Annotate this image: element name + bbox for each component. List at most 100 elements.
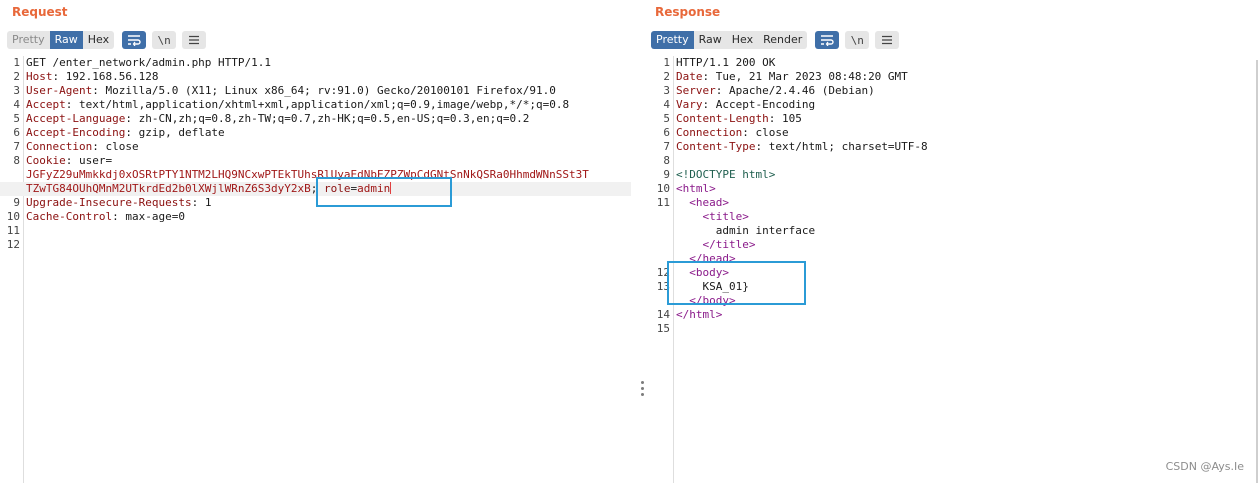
code-token: : Tue, 21 Mar 2023 08:48:20 GMT (702, 70, 908, 83)
line-code: HTTP/1.1 200 OK (676, 56, 775, 70)
request-line: 12 (0, 238, 631, 252)
line-number: 5 (13, 112, 20, 125)
line-code: Date: Tue, 21 Mar 2023 08:48:20 GMT (676, 70, 908, 84)
response-lines: 1 HTTP/1.1 200 OK 2 Date: Tue, 21 Mar 2023 … (650, 56, 1258, 336)
line-code: <title> (676, 210, 749, 224)
code-token: Accept-Language (26, 112, 126, 125)
code-token: JGFyZ29uMmkkdj0xOSRtPTY1NTM2LHQ9NCxwPTEk… (26, 168, 589, 181)
line-code: <html> (676, 182, 716, 196)
line-code: Upgrade-Insecure-Requests: 1 (26, 196, 211, 210)
line-code: </html> (676, 308, 722, 322)
response-tab-pretty[interactable]: Pretty (651, 31, 694, 49)
request-tab-hex[interactable]: Hex (82, 31, 115, 49)
code-token: GET /enter_network/admin.php HTTP/1.1 (26, 56, 272, 69)
line-code: User-Agent: Mozilla/5.0 (X11; Linux x86_… (26, 84, 556, 98)
response-line: 11 <head> (650, 196, 1258, 210)
response-line: 7 Content-Type: text/html; charset=UTF-8 (650, 140, 1258, 154)
line-number: 9 (13, 196, 20, 209)
response-menu-button[interactable] (875, 31, 900, 49)
line-code: </body> (676, 294, 736, 308)
response-line: admin interface (650, 224, 1258, 238)
line-number: 10 (656, 182, 670, 195)
line-number: 15 (656, 322, 670, 335)
line-number: 1 (663, 56, 670, 69)
request-tab-raw[interactable]: Raw (49, 31, 83, 49)
line-number: 8 (13, 154, 20, 167)
request-panel: Request Pretty Raw Hex \n 1 GET /enter_ne… (0, 0, 631, 483)
line-code: JGFyZ29uMmkkdj0xOSRtPTY1NTM2LHQ9NCxwPTEk… (26, 168, 589, 182)
line-number: 9 (663, 168, 670, 181)
line-code: KSA_01} (676, 280, 749, 294)
code-token: HTTP/1.1 200 OK (676, 56, 776, 69)
code-token: Accept-Encoding (26, 126, 126, 139)
request-line: 3 User-Agent: Mozilla/5.0 (X11; Linux x86… (0, 84, 631, 98)
code-token: TZwTG84OUhQMnM2UTkrdEd2b0lXWjlWRnZ6S3dyY… (26, 182, 311, 195)
response-line: 15 (650, 322, 1258, 336)
code-token: : 192.168.56.128 (52, 70, 159, 83)
code-token: role (324, 182, 351, 195)
request-tab-pretty[interactable]: Pretty (7, 31, 50, 49)
code-token: : gzip, deflate (125, 126, 225, 139)
response-line: 5 Content-Length: 105 (650, 112, 1258, 126)
code-token: ; (310, 182, 325, 195)
code-token: : 1 (191, 196, 212, 209)
code-token: Upgrade-Insecure-Requests (26, 196, 192, 209)
code-token: KSA_01} (676, 280, 749, 293)
response-toolbar: Pretty Raw Hex Render \n (651, 31, 900, 49)
wrap-icon (128, 35, 141, 46)
request-line: 11 (0, 224, 631, 238)
request-menu-button[interactable] (182, 31, 207, 49)
request-line: 5 Accept-Language: zh-CN,zh;q=0.8,zh-TW;q… (0, 112, 631, 126)
response-tab-hex[interactable]: Hex (726, 31, 759, 49)
code-token: </body> (689, 294, 736, 307)
response-newline-button[interactable]: \n (845, 31, 870, 49)
line-number: 3 (663, 84, 670, 97)
line-number: 11 (6, 224, 20, 237)
line-code: Cache-Control: max-age=0 (26, 210, 185, 224)
request-line: 2 Host: 192.168.56.128 (0, 70, 631, 84)
response-line: 13 KSA_01} (650, 280, 1258, 294)
response-line: <title> (650, 210, 1258, 224)
code-token: <body> (689, 266, 729, 279)
line-number: 4 (663, 98, 670, 111)
line-code: TZwTG84OUhQMnM2UTkrdEd2b0lXWjlWRnZ6S3dyY… (26, 182, 392, 196)
code-token: admin (357, 182, 391, 195)
code-token: </title> (702, 238, 756, 251)
line-number: 6 (663, 126, 670, 139)
response-line: 14 </html> (650, 308, 1258, 322)
request-lines: 1 GET /enter_network/admin.php HTTP/1.1 2 H… (0, 56, 631, 252)
line-number: 7 (663, 140, 670, 153)
request-wrap-button[interactable] (122, 31, 147, 49)
response-line: 10 <html> (650, 182, 1258, 196)
response-tab-raw[interactable]: Raw (693, 31, 727, 49)
code-token: : Mozilla/5.0 (X11; Linux x86_64; rv:91.… (92, 84, 556, 97)
response-line: </body> (650, 294, 1258, 308)
line-code: <!DOCTYPE html> (676, 168, 775, 182)
request-newline-button[interactable]: \n (152, 31, 177, 49)
code-token: Connection (26, 140, 93, 153)
line-code: </head> (676, 252, 736, 266)
request-line: 10 Cache-Control: max-age=0 (0, 210, 631, 224)
code-token: </head> (689, 252, 736, 265)
line-code: Connection: close (676, 126, 789, 140)
code-token: : text/html,application/xhtml+xml,applic… (65, 98, 570, 111)
code-token: Cookie (26, 154, 66, 167)
request-line: 7 Connection: close (0, 140, 631, 154)
response-tab-render[interactable]: Render (758, 31, 808, 49)
request-line: JGFyZ29uMmkkdj0xOSRtPTY1NTM2LHQ9NCxwPTEk… (0, 168, 631, 182)
response-line: 8 (650, 154, 1258, 168)
response-wrap-button[interactable] (815, 31, 840, 49)
response-editor[interactable]: 1 HTTP/1.1 200 OK 2 Date: Tue, 21 Mar 2023 … (650, 56, 1258, 483)
code-token: : close (92, 140, 139, 153)
code-token: </html> (676, 308, 723, 321)
line-code: Cookie: user= (26, 154, 112, 168)
line-code: Server: Apache/2.4.46 (Debian) (676, 84, 875, 98)
code-token: : close (742, 126, 789, 139)
code-token: <title> (702, 210, 749, 223)
code-token: : Apache/2.4.46 (Debian) (715, 84, 875, 97)
line-code: Host: 192.168.56.128 (26, 70, 158, 84)
panel-splitter[interactable] (640, 381, 644, 399)
request-editor[interactable]: 1 GET /enter_network/admin.php HTTP/1.1 2 H… (0, 56, 631, 483)
